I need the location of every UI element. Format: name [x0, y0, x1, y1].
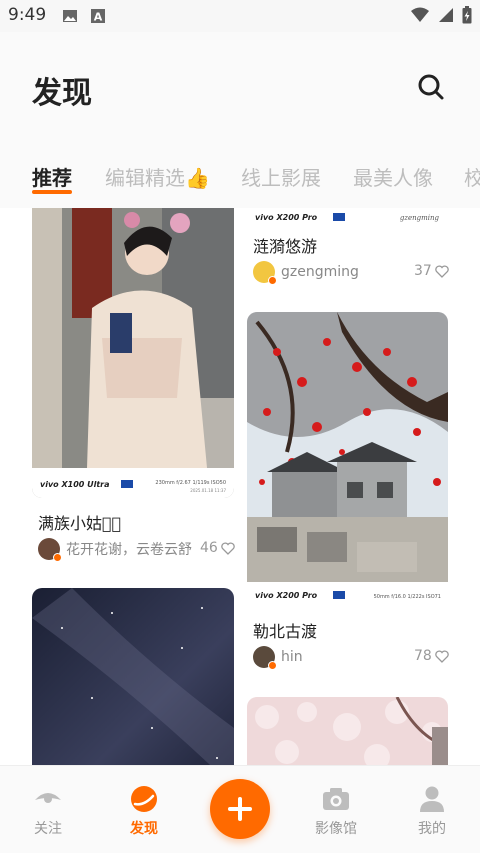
- night-sky-photo: [32, 588, 234, 765]
- tab-campus[interactable]: 校: [464, 162, 480, 191]
- nav-label: 我的: [418, 821, 446, 837]
- photo-card-ripples[interactable]: vivo X200 Pro gzengming: [247, 208, 448, 226]
- nav-discover[interactable]: 发现: [114, 784, 174, 838]
- plus-icon: [228, 797, 252, 821]
- nav-profile[interactable]: 我的: [402, 784, 462, 838]
- like-count[interactable]: 37: [414, 263, 449, 279]
- tab-online-exhibition[interactable]: 线上影展: [241, 162, 321, 191]
- photo-card-night-sky[interactable]: [32, 588, 234, 765]
- discover-icon: [131, 786, 157, 812]
- bottom-nav: 关注 发现 影像馆 我的: [0, 765, 480, 853]
- verified-badge-icon: [268, 276, 277, 285]
- avatar: [38, 538, 62, 562]
- create-post-button[interactable]: [210, 779, 270, 839]
- post-author[interactable]: hin: [253, 645, 303, 670]
- status-right: [410, 6, 472, 24]
- nav-follow[interactable]: 关注: [18, 784, 78, 838]
- avatar: [253, 261, 277, 285]
- search-icon[interactable]: [416, 72, 446, 102]
- signal-icon: [439, 8, 453, 22]
- photo-card-portrait[interactable]: vivo X100 Ultra 230mm f/2.67 1/119s ISO5…: [32, 208, 234, 498]
- tab-editors-picks[interactable]: 编辑精选👍: [105, 162, 210, 191]
- heart-icon[interactable]: [435, 264, 449, 278]
- category-tabs: 推荐 编辑精选👍 线上影展 最美人像 校: [0, 142, 480, 208]
- photo-brand-text: vivo X100 Ultra: [40, 480, 110, 489]
- photo-card-old-ferry[interactable]: vivo X200 Pro 50mm f/16.0 1/222s ISO71: [247, 312, 448, 608]
- heart-icon[interactable]: [221, 541, 235, 555]
- avatar: [253, 646, 277, 670]
- image-notification-icon: [63, 10, 77, 22]
- post-caption[interactable]: 勒北古渡: [253, 618, 317, 642]
- wifi-icon: [411, 7, 429, 22]
- eye-icon: [35, 793, 61, 803]
- tab-recommended[interactable]: 推荐: [32, 162, 72, 191]
- photo-card-pink-blossoms[interactable]: [247, 697, 448, 765]
- author-name: gzengming: [281, 264, 359, 280]
- post-caption[interactable]: 涟漪悠游: [253, 233, 317, 257]
- portrait-photo: vivo X100 Ultra 230mm f/2.67 1/119s ISO5…: [32, 208, 234, 498]
- blossom-photo: vivo X200 Pro 50mm f/16.0 1/222s ISO71: [247, 312, 448, 608]
- photo-spec-text: 230mm f/2.67 1/119s ISO50: [155, 480, 226, 486]
- verified-badge-icon: [53, 553, 62, 562]
- verified-badge-icon: [268, 661, 277, 670]
- like-count-value: 78: [414, 648, 432, 664]
- status-time: 9:49: [8, 5, 47, 25]
- heart-icon[interactable]: [435, 649, 449, 663]
- status-bar: 9:49 A: [0, 0, 480, 32]
- camera-icon: [323, 788, 349, 810]
- nav-gallery[interactable]: 影像馆: [306, 784, 366, 838]
- post-caption[interactable]: 满族小姑娘🏻: [38, 510, 121, 534]
- photo-signature-text: gzengming: [400, 214, 440, 222]
- photo-spec-text: 50mm f/16.0 1/222s ISO71: [374, 594, 441, 600]
- photo-date-text: 2025.01.18 11:37: [190, 488, 226, 493]
- like-count-value: 46: [200, 540, 218, 556]
- like-count[interactable]: 78: [414, 648, 449, 664]
- page-title: 发现: [32, 76, 92, 111]
- header: 发现: [0, 32, 480, 142]
- nav-label: 影像馆: [315, 821, 357, 837]
- battery-charging-icon: [462, 6, 472, 24]
- user-icon: [420, 786, 444, 812]
- tab-indicator: [32, 190, 72, 194]
- photo-feed[interactable]: vivo X100 Ultra 230mm f/2.67 1/119s ISO5…: [0, 208, 480, 765]
- post-author[interactable]: gzengming: [253, 260, 359, 285]
- svg-text:A: A: [94, 11, 103, 24]
- author-name: 花开花谢，云卷云舒: [66, 542, 192, 558]
- font-notification-icon: A: [91, 9, 105, 24]
- post-author[interactable]: 花开花谢，云卷云舒: [38, 537, 192, 562]
- like-count[interactable]: 46: [200, 540, 235, 556]
- nav-label: 关注: [34, 821, 62, 837]
- photo-brand-text: vivo X200 Pro: [255, 591, 318, 600]
- like-count-value: 37: [414, 263, 432, 279]
- author-name: hin: [281, 649, 303, 665]
- photo-brand-text: vivo X200 Pro: [255, 213, 318, 222]
- pink-blossom-photo: [247, 697, 448, 765]
- nav-label: 发现: [130, 821, 158, 837]
- photo-footer: vivo X200 Pro gzengming: [247, 208, 448, 226]
- tab-portrait[interactable]: 最美人像: [353, 162, 433, 191]
